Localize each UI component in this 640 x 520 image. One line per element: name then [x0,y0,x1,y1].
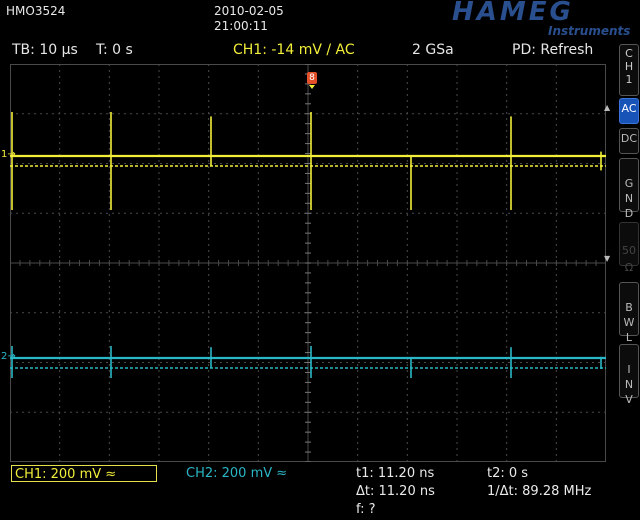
channel-tab-letter: 1 [625,73,633,86]
acquisition-mode-label[interactable]: PD: Refresh [512,42,593,58]
sample-rate-label: 2 GSa [412,42,454,58]
coupling-dc-label: DC [620,132,638,145]
ch1-scale-label: CH1: 200 mV ≈ [15,467,117,482]
impedance-50ohm-label: 50 Ω [622,244,636,274]
timebase-label[interactable]: TB: 10 µs [12,42,78,58]
trigger-position-arrow [309,85,315,89]
trigger-level-up-icon: ▲ [604,103,611,112]
cursor-inv-delta-t-label: 1/Δt: 89.28 MHz [487,484,592,499]
brand-logo-sub: Instruments [548,24,631,38]
coupling-gnd-button[interactable]: G N D [619,158,639,220]
invert-button[interactable]: I N V [619,344,639,406]
channel-tab-letter: C [625,47,633,60]
ch1-marker-arrow-icon: → [7,149,16,160]
cursor-t2-label: t2: 0 s [487,466,529,481]
coupling-dc-button[interactable]: DC [619,128,639,154]
trigger-marker-label: 8 [309,73,315,83]
ch2-scale-label[interactable]: CH2: 200 mV ≈ [186,466,287,481]
coupling-ac-label: AC [621,102,637,115]
trigger-info-label[interactable]: CH1: -14 mV / AC [233,42,355,58]
channel-tab-ch1[interactable]: C H 1 [619,44,639,96]
bandwidth-limit-label: B W L [623,301,635,344]
ch1-ground-marker[interactable]: 1→ [1,149,16,160]
cursor-delta-t-label: Δt: 11.20 ns [356,484,435,499]
ch1-scale-box[interactable]: CH1: 200 mV ≈ [11,465,157,482]
waveform-display[interactable] [10,64,606,462]
brand-logo: HAMEG [452,0,574,27]
trigger-time-label[interactable]: T: 0 s [96,42,133,58]
time-label: 21:00:11 [214,19,268,33]
ch2-ground-marker[interactable]: 2→ [1,351,16,362]
model-label: HMO3524 [6,4,66,18]
impedance-50ohm-button[interactable]: 50 Ω [619,222,639,274]
date-label: 2010-02-05 [214,4,284,18]
coupling-gnd-label: G N D [624,177,634,220]
trigger-level-down-icon: ▼ [604,254,611,263]
bandwidth-limit-button[interactable]: B W L [619,282,639,344]
trigger-position-marker[interactable]: 8 [307,72,317,84]
invert-label: I N V [624,363,634,406]
channel-tab-letter: H [624,60,634,73]
frequency-label: f: ? [356,502,376,517]
graticule [10,64,606,462]
coupling-ac-button[interactable]: AC [619,98,639,124]
ch2-marker-arrow-icon: → [7,351,16,362]
cursor-t1-label: t1: 11.20 ns [356,466,435,481]
